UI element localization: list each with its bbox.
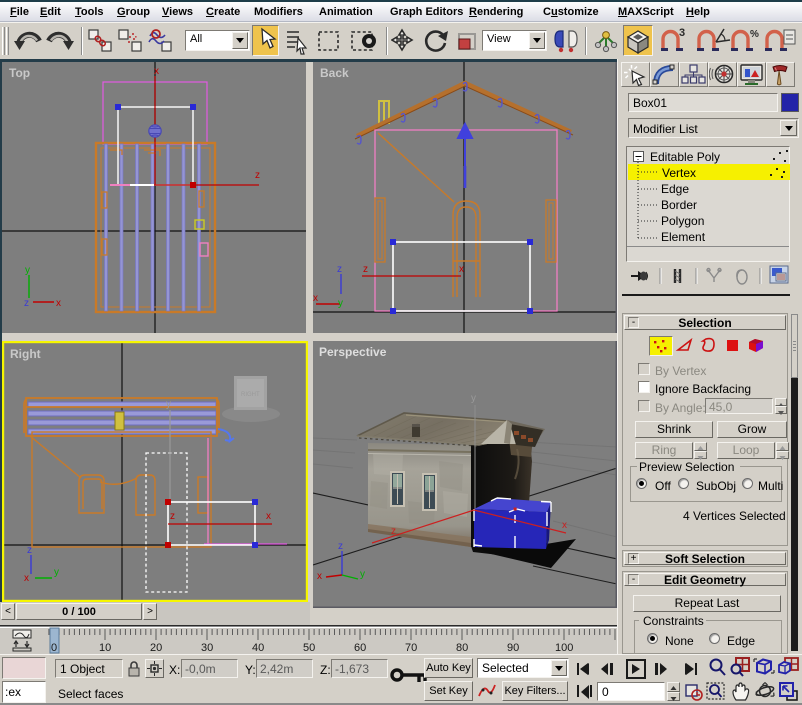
svg-text:x: x <box>459 264 464 275</box>
svg-text:40: 40 <box>252 642 264 654</box>
svg-text:y: y <box>25 265 30 276</box>
svg-text:3: 3 <box>679 27 685 39</box>
svg-text:z: z <box>24 298 29 309</box>
svg-text:y: y <box>471 393 476 404</box>
svg-text:RIGHT: RIGHT <box>241 392 260 398</box>
svg-text:50: 50 <box>303 642 315 654</box>
svg-text:80: 80 <box>456 642 468 654</box>
svg-text:x: x <box>313 293 318 304</box>
svg-text:x: x <box>56 298 61 309</box>
svg-text:90: 90 <box>507 642 519 654</box>
svg-text:70: 70 <box>405 642 417 654</box>
svg-text:x: x <box>562 520 567 531</box>
svg-text:z: z <box>27 545 32 556</box>
svg-text:%: % <box>750 29 759 40</box>
svg-text:y: y <box>360 569 365 580</box>
svg-text:30: 30 <box>201 642 213 654</box>
svg-text:z: z <box>363 264 368 275</box>
svg-text:z: z <box>337 264 342 275</box>
svg-text:20: 20 <box>150 642 162 654</box>
svg-text:y: y <box>54 567 59 578</box>
svg-text:x: x <box>317 571 322 582</box>
svg-text:Top: Top <box>9 66 30 80</box>
svg-text:10: 10 <box>99 642 111 654</box>
svg-text:z: z <box>391 526 396 537</box>
svg-text:z: z <box>170 511 175 522</box>
svg-text:60: 60 <box>354 642 366 654</box>
svg-text:0: 0 <box>51 642 57 654</box>
svg-text:100: 100 <box>555 642 573 654</box>
svg-text:Perspective: Perspective <box>319 345 387 359</box>
svg-text:y: y <box>338 298 343 309</box>
svg-text:x: x <box>266 511 271 522</box>
svg-text:y: y <box>166 399 171 410</box>
svg-text:z: z <box>338 541 343 552</box>
svg-text:z: z <box>255 170 260 181</box>
svg-text:x: x <box>154 66 159 77</box>
svg-text:Back: Back <box>320 66 349 80</box>
svg-text:Right: Right <box>10 347 41 361</box>
svg-text:x: x <box>24 573 29 584</box>
